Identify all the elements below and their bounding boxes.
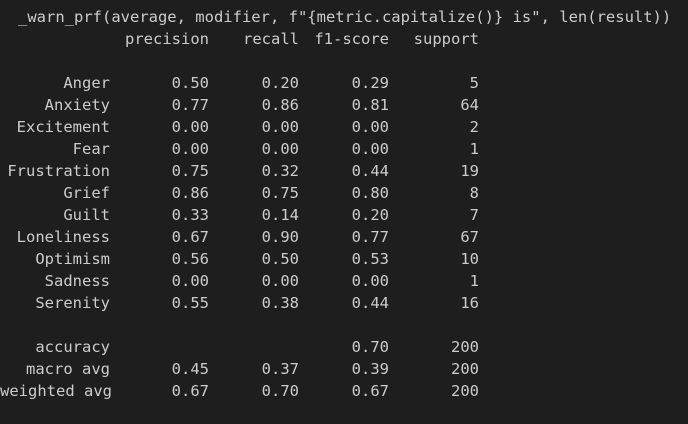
cell-recall: 0.37 xyxy=(261,360,299,378)
header-support: support xyxy=(413,30,479,48)
cell-label: Anxiety xyxy=(44,96,110,114)
cell-precision: 0.00 xyxy=(171,272,209,290)
cell-f1-score: 0.39 xyxy=(351,360,389,378)
cell-precision: 0.67 xyxy=(171,382,209,400)
cell-support: 7 xyxy=(469,206,479,224)
cell-label: Guilt xyxy=(63,206,110,224)
cell-label: weighted avg xyxy=(0,382,112,400)
cell-precision: 0.55 xyxy=(171,294,209,312)
cell-support: 64 xyxy=(460,96,479,114)
cell-support: 19 xyxy=(460,162,479,180)
cell-support: 10 xyxy=(460,250,479,268)
cell-label: Serenity xyxy=(35,294,110,312)
cell-support: 1 xyxy=(469,140,479,158)
cell-label: Grief xyxy=(63,184,110,202)
header-f1-score: f1-score xyxy=(314,30,389,48)
cell-support: 200 xyxy=(451,338,479,356)
cell-precision: 0.50 xyxy=(171,74,209,92)
cell-f1-score: 0.44 xyxy=(351,294,389,312)
cell-support: 5 xyxy=(469,74,479,92)
cell-recall: 0.90 xyxy=(261,228,299,246)
cell-f1-score: 0.80 xyxy=(351,184,389,202)
cell-recall: 0.70 xyxy=(261,382,299,400)
terminal-output: _warn_prf(average, modifier, f"{metric.c… xyxy=(0,0,688,424)
cell-label: Loneliness xyxy=(16,228,110,246)
cell-label: Frustration xyxy=(7,162,110,180)
cell-precision: 0.86 xyxy=(171,184,209,202)
header-recall: recall xyxy=(243,30,299,48)
cell-recall: 0.20 xyxy=(261,74,299,92)
cell-f1-score: 0.29 xyxy=(351,74,389,92)
cell-support: 200 xyxy=(451,360,479,378)
cell-label: Sadness xyxy=(44,272,110,290)
cell-precision: 0.67 xyxy=(171,228,209,246)
cell-precision: 0.00 xyxy=(171,140,209,158)
cell-f1-score: 0.20 xyxy=(351,206,389,224)
cell-recall: 0.50 xyxy=(261,250,299,268)
cell-recall: 0.00 xyxy=(261,140,299,158)
cell-f1-score: 0.53 xyxy=(351,250,389,268)
cell-label: Excitement xyxy=(16,118,110,136)
cell-support: 200 xyxy=(451,382,479,400)
cell-support: 67 xyxy=(460,228,479,246)
cell-precision: 0.45 xyxy=(171,360,209,378)
cell-f1-score: 0.81 xyxy=(351,96,389,114)
cell-f1-score: 0.00 xyxy=(351,140,389,158)
cell-label: accuracy xyxy=(35,338,110,356)
warning-line: _warn_prf(average, modifier, f"{metric.c… xyxy=(18,8,672,26)
cell-f1-score: 0.70 xyxy=(351,338,389,356)
cell-support: 2 xyxy=(469,118,479,136)
cell-precision: 0.33 xyxy=(171,206,209,224)
cell-f1-score: 0.67 xyxy=(351,382,389,400)
cell-precision: 0.77 xyxy=(171,96,209,114)
cell-precision: 0.75 xyxy=(171,162,209,180)
cell-recall: 0.14 xyxy=(261,206,299,224)
cell-label: Anger xyxy=(63,74,110,92)
cell-recall: 0.00 xyxy=(261,118,299,136)
cell-label: macro avg xyxy=(26,360,110,378)
cell-f1-score: 0.44 xyxy=(351,162,389,180)
cell-f1-score: 0.77 xyxy=(351,228,389,246)
cell-recall: 0.38 xyxy=(261,294,299,312)
cell-label: Fear xyxy=(72,140,110,158)
cell-support: 16 xyxy=(460,294,479,312)
cell-recall: 0.75 xyxy=(261,184,299,202)
cell-label: Optimism xyxy=(35,250,110,268)
cell-precision: 0.56 xyxy=(171,250,209,268)
cell-f1-score: 0.00 xyxy=(351,118,389,136)
cell-recall: 0.86 xyxy=(261,96,299,114)
cell-support: 1 xyxy=(469,272,479,290)
cell-f1-score: 0.00 xyxy=(351,272,389,290)
header-precision: precision xyxy=(125,30,209,48)
cell-support: 8 xyxy=(469,184,479,202)
cell-recall: 0.32 xyxy=(261,162,299,180)
cell-precision: 0.00 xyxy=(171,118,209,136)
cell-recall: 0.00 xyxy=(261,272,299,290)
